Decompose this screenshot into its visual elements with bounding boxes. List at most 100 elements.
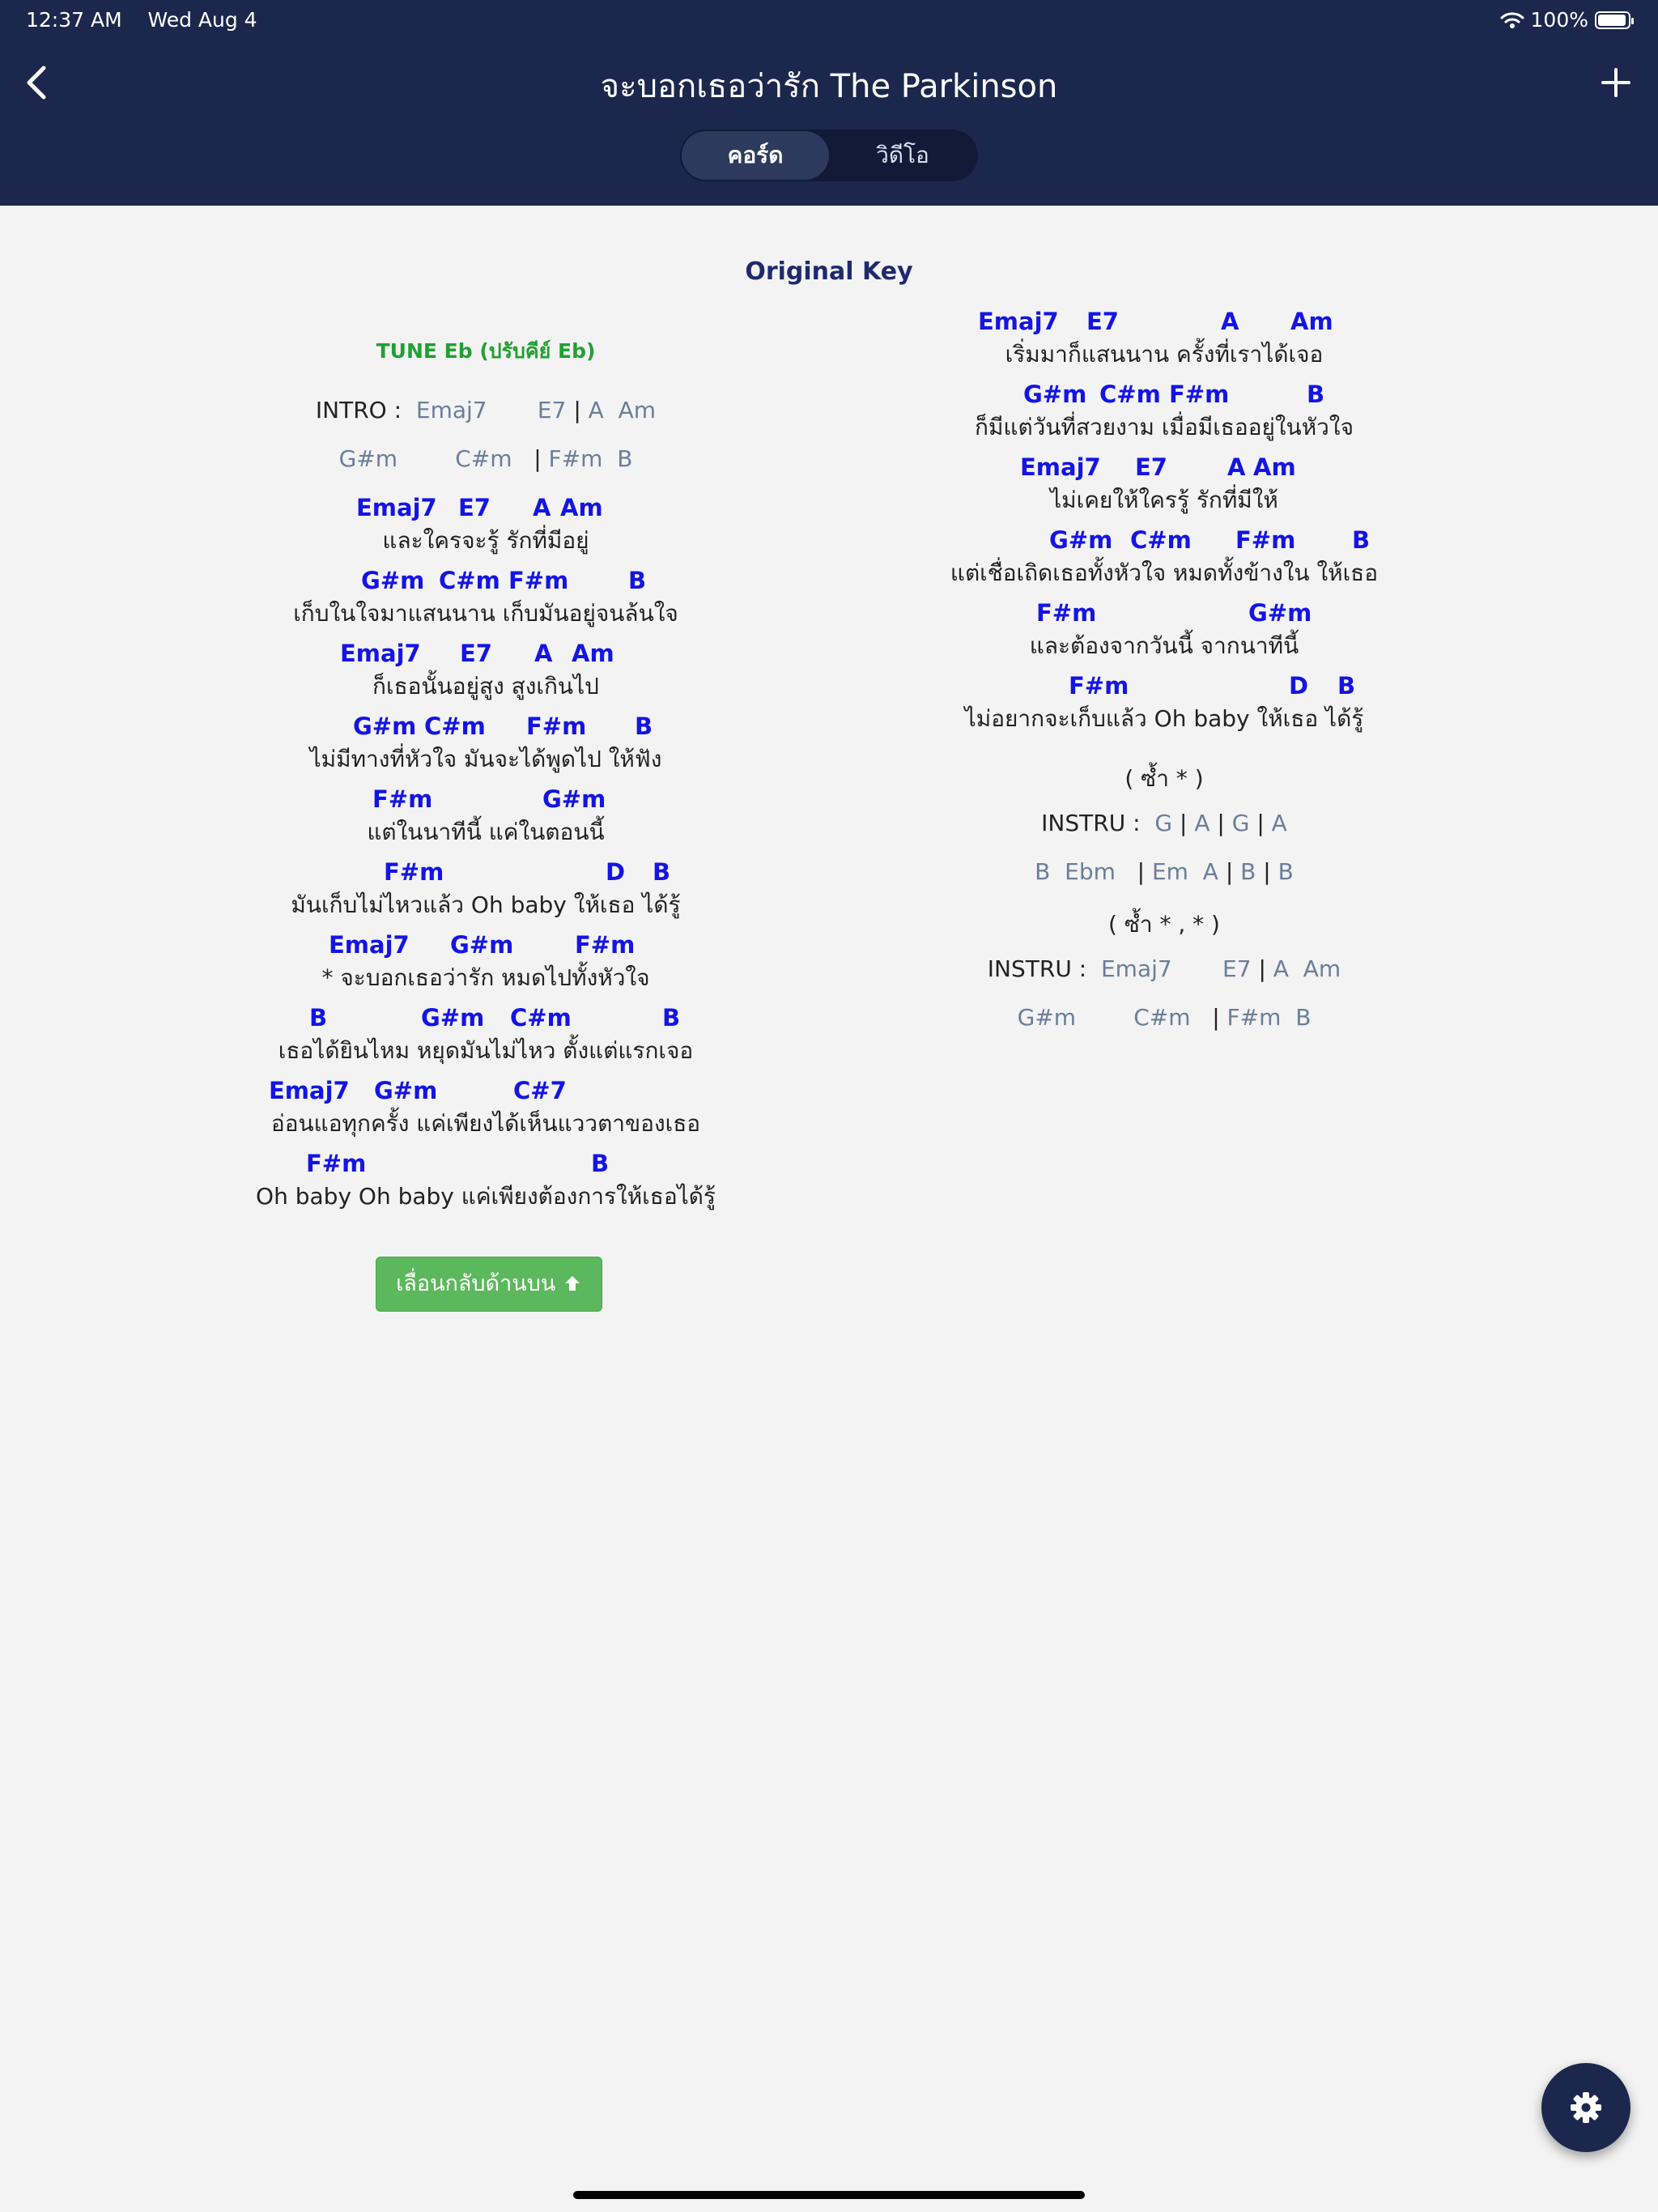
chord[interactable]: F#m	[508, 567, 568, 594]
chord[interactable]: D	[1289, 672, 1308, 700]
chord[interactable]: F#m	[306, 1150, 366, 1177]
chord[interactable]: F#m	[384, 858, 444, 886]
chord[interactable]: C#m	[510, 1004, 572, 1032]
chord[interactable]: B	[635, 713, 653, 740]
instru-line-2: B Ebm | Em A | B | B	[887, 858, 1441, 885]
chord[interactable]: G#m	[374, 1077, 437, 1104]
chord[interactable]: B	[662, 1004, 680, 1032]
chord[interactable]: Emaj7	[356, 494, 437, 521]
intro-chord[interactable]: E7	[538, 397, 567, 423]
chord[interactable]: C#m	[1099, 381, 1161, 408]
intro-chord[interactable]: C#m	[455, 445, 512, 472]
chord[interactable]: C#m	[439, 567, 500, 594]
chord[interactable]: B	[628, 567, 646, 594]
instru-chord[interactable]: B	[1240, 858, 1256, 885]
lyric-block: G#m C#m F#m B แต่เชื่อเถิดเธอทั้งหัวใจ ห…	[887, 526, 1441, 586]
chord[interactable]: A	[534, 640, 552, 667]
tab-video[interactable]: วิดีโอ	[829, 131, 976, 180]
intro-chord[interactable]: Am	[619, 397, 656, 423]
instru-chord[interactable]: G#m	[1018, 1004, 1076, 1031]
chord[interactable]: Emaj7	[340, 640, 421, 667]
chord[interactable]: E7	[1135, 453, 1167, 481]
chord[interactable]: A	[1227, 453, 1245, 481]
chord[interactable]: G#m	[353, 713, 416, 740]
chord[interactable]: Emaj7	[269, 1077, 350, 1104]
chord[interactable]: F#m	[1235, 526, 1295, 554]
chord[interactable]: F#m	[372, 785, 432, 813]
chord[interactable]: F#m	[1069, 672, 1129, 700]
instru-chord[interactable]: E7	[1222, 955, 1252, 982]
bar-separator: |	[1217, 810, 1225, 836]
song-title: จะบอกเธอว่ารัก The Parkinson	[600, 68, 1058, 105]
instru-chord[interactable]: A	[1273, 955, 1289, 982]
chord[interactable]: B	[1307, 381, 1324, 408]
chord[interactable]: E7	[460, 640, 492, 667]
instru-chord[interactable]: A	[1272, 810, 1287, 836]
chord[interactable]: Am	[1253, 453, 1296, 481]
chord[interactable]: G#m	[1248, 599, 1312, 627]
instru-chord[interactable]: F#m	[1227, 1004, 1282, 1031]
chord[interactable]: G#m	[542, 785, 606, 813]
intro-chord[interactable]: A	[589, 397, 604, 423]
chord[interactable]: G#m	[421, 1004, 484, 1032]
intro-chord[interactable]: Emaj7	[416, 397, 487, 423]
settings-button[interactable]	[1541, 2063, 1630, 2152]
chord[interactable]: B	[591, 1150, 609, 1177]
chord[interactable]: B	[1337, 672, 1355, 700]
instru-chord[interactable]: Emaj7	[1101, 955, 1172, 982]
intro-chord[interactable]: G#m	[339, 445, 397, 472]
instru-chord[interactable]: G	[1232, 810, 1250, 836]
instru-chord[interactable]: A	[1194, 810, 1209, 836]
bar-separator: |	[1258, 955, 1266, 982]
chord[interactable]: E7	[1086, 308, 1119, 335]
bar-separator: |	[1137, 858, 1146, 885]
chord[interactable]: Am	[572, 640, 614, 667]
intro-chord[interactable]: B	[617, 445, 632, 472]
tune-label: TUNE Eb (ปรับคีย์ Eb)	[376, 339, 596, 363]
chord[interactable]: Am	[1290, 308, 1333, 335]
original-key-label[interactable]: Original Key	[0, 257, 1658, 286]
lyric-block: Emaj7 E7 A Am และใครจะรู้ รักที่มีอยู่	[201, 494, 771, 554]
instru-chord[interactable]: C#m	[1133, 1004, 1190, 1031]
chord[interactable]: G#m	[361, 567, 424, 594]
chord[interactable]: B	[309, 1004, 327, 1032]
home-indicator[interactable]	[573, 2191, 1085, 2199]
chord[interactable]: A	[533, 494, 551, 521]
gear-icon	[1571, 2092, 1601, 2123]
lyric-block: F#m D B ไม่อยากจะเก็บแล้ว Oh baby ให้เธอ…	[887, 672, 1441, 732]
chord[interactable]: G#m	[450, 931, 513, 959]
status-indicators: 100%	[1500, 8, 1634, 32]
instru-chord[interactable]: G	[1154, 810, 1172, 836]
instru-chord[interactable]: B	[1295, 1004, 1311, 1031]
chord[interactable]: F#m	[575, 931, 635, 959]
chord[interactable]: C#m	[1130, 526, 1192, 554]
chord[interactable]: F#m	[1169, 381, 1229, 408]
chord[interactable]: B	[653, 858, 670, 886]
chord[interactable]: Emaj7	[978, 308, 1059, 335]
chord[interactable]: A	[1221, 308, 1239, 335]
intro-chord[interactable]: F#m	[549, 445, 603, 472]
chord[interactable]: G#m	[1049, 526, 1112, 554]
chord[interactable]: D	[606, 858, 625, 886]
chord[interactable]: F#m	[526, 713, 586, 740]
lyric-line: แต่เชื่อเถิดเธอทั้งหัวใจ หมดทั้งข้างใน ใ…	[950, 559, 1379, 586]
instru-chord[interactable]: B	[1278, 858, 1294, 885]
chord[interactable]: Emaj7	[329, 931, 410, 959]
instru-chord[interactable]: Em	[1152, 858, 1188, 885]
add-button[interactable]	[1598, 63, 1634, 102]
chord[interactable]: F#m	[1036, 599, 1096, 627]
chord[interactable]: Emaj7	[1020, 453, 1101, 481]
chord[interactable]: B	[1352, 526, 1370, 554]
instru-chord[interactable]: Ebm	[1065, 858, 1116, 885]
bar-separator: |	[1256, 810, 1265, 836]
scroll-to-top-button[interactable]: เลื่อนกลับด้านบน	[376, 1257, 602, 1312]
chord[interactable]: E7	[458, 494, 491, 521]
chord[interactable]: Am	[560, 494, 603, 521]
instru-chord[interactable]: Am	[1303, 955, 1341, 982]
chord[interactable]: C#7	[513, 1077, 567, 1104]
chord[interactable]: C#m	[424, 713, 486, 740]
chord[interactable]: G#m	[1023, 381, 1086, 408]
instru-chord[interactable]: B	[1035, 858, 1050, 885]
tab-chords[interactable]: คอร์ด	[682, 131, 829, 180]
instru-chord[interactable]: A	[1203, 858, 1218, 885]
